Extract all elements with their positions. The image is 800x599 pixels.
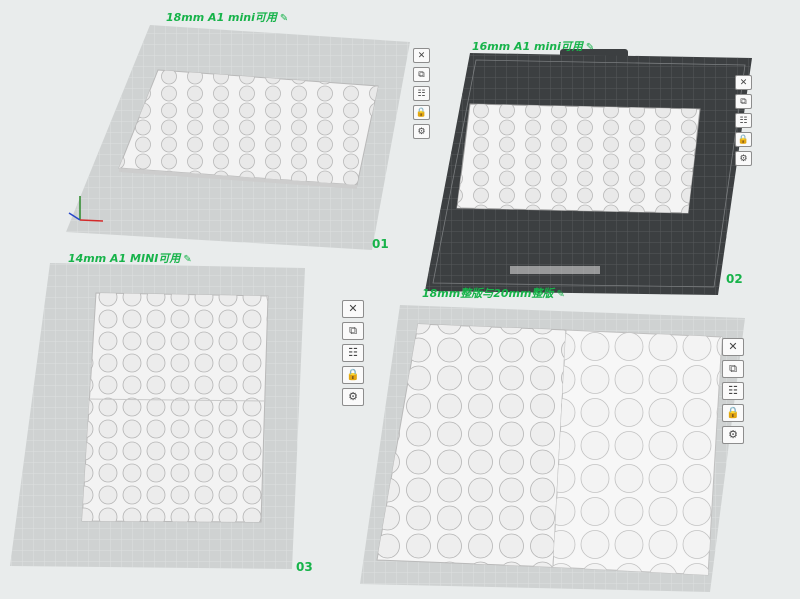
plate-01-title-text: 18mm A1 mini可用 bbox=[166, 11, 277, 24]
lock-icon[interactable]: 🔒 bbox=[342, 366, 364, 384]
plate-02-number: 02 bbox=[726, 272, 743, 286]
plate-04-title-text: 18mm整版与20mm整版 bbox=[422, 287, 554, 300]
edit-icon[interactable]: ✎ bbox=[586, 42, 594, 53]
plate-settings-icon[interactable]: ☷ bbox=[735, 113, 752, 128]
plate-01-toolbar: ✕ ⧉ ☷ 🔒 ⚙ bbox=[413, 48, 430, 139]
auto-arrange-icon[interactable]: ⧉ bbox=[735, 94, 752, 109]
auto-arrange-icon[interactable]: ⧉ bbox=[342, 322, 364, 340]
plate-01-number: 01 bbox=[372, 237, 389, 251]
plate-04-toolbar: ✕ ⧉ ☷ 🔒 ⚙ bbox=[722, 338, 744, 444]
close-icon[interactable]: ✕ bbox=[413, 48, 430, 63]
plate-03-title-text: 14mm A1 MINI可用 bbox=[68, 252, 181, 265]
plate-02-toolbar: ✕ ⧉ ☷ 🔒 ⚙ bbox=[735, 75, 752, 166]
plate-02-title[interactable]: 16mm A1 mini可用 ✎ bbox=[472, 38, 594, 54]
close-icon[interactable]: ✕ bbox=[722, 338, 744, 356]
lock-icon[interactable]: 🔒 bbox=[413, 105, 430, 120]
close-icon[interactable]: ✕ bbox=[342, 300, 364, 318]
plate-settings-icon[interactable]: ☷ bbox=[722, 382, 744, 400]
plate-01[interactable] bbox=[66, 25, 410, 250]
gear-icon[interactable]: ⚙ bbox=[413, 124, 430, 139]
lock-icon[interactable]: 🔒 bbox=[722, 404, 744, 422]
plate-settings-icon[interactable]: ☷ bbox=[342, 344, 364, 362]
plate-01-title[interactable]: 18mm A1 mini可用 ✎ bbox=[166, 9, 288, 25]
plate-04-title[interactable]: 18mm整版与20mm整版 ✎ bbox=[422, 285, 565, 301]
edit-icon[interactable]: ✎ bbox=[183, 254, 191, 265]
plate-03-title[interactable]: 14mm A1 MINI可用 ✎ bbox=[68, 250, 192, 266]
lock-icon[interactable]: 🔒 bbox=[735, 132, 752, 147]
plate-03-toolbar: ✕ ⧉ ☷ 🔒 ⚙ bbox=[342, 300, 364, 406]
auto-arrange-icon[interactable]: ⧉ bbox=[722, 360, 744, 378]
plate-04[interactable] bbox=[360, 305, 745, 592]
gear-icon[interactable]: ⚙ bbox=[735, 151, 752, 166]
gear-icon[interactable]: ⚙ bbox=[342, 388, 364, 406]
edit-icon[interactable]: ✎ bbox=[556, 289, 564, 300]
plate-02[interactable] bbox=[425, 49, 752, 295]
close-icon[interactable]: ✕ bbox=[735, 75, 752, 90]
plate-03[interactable] bbox=[10, 263, 305, 569]
plate-03-number: 03 bbox=[296, 560, 313, 574]
gear-icon[interactable]: ⚙ bbox=[722, 426, 744, 444]
plate-02-title-text: 16mm A1 mini可用 bbox=[472, 40, 583, 53]
plate-settings-icon[interactable]: ☷ bbox=[413, 86, 430, 101]
auto-arrange-icon[interactable]: ⧉ bbox=[413, 67, 430, 82]
edit-icon[interactable]: ✎ bbox=[280, 13, 288, 24]
build-scene bbox=[10, 25, 752, 592]
